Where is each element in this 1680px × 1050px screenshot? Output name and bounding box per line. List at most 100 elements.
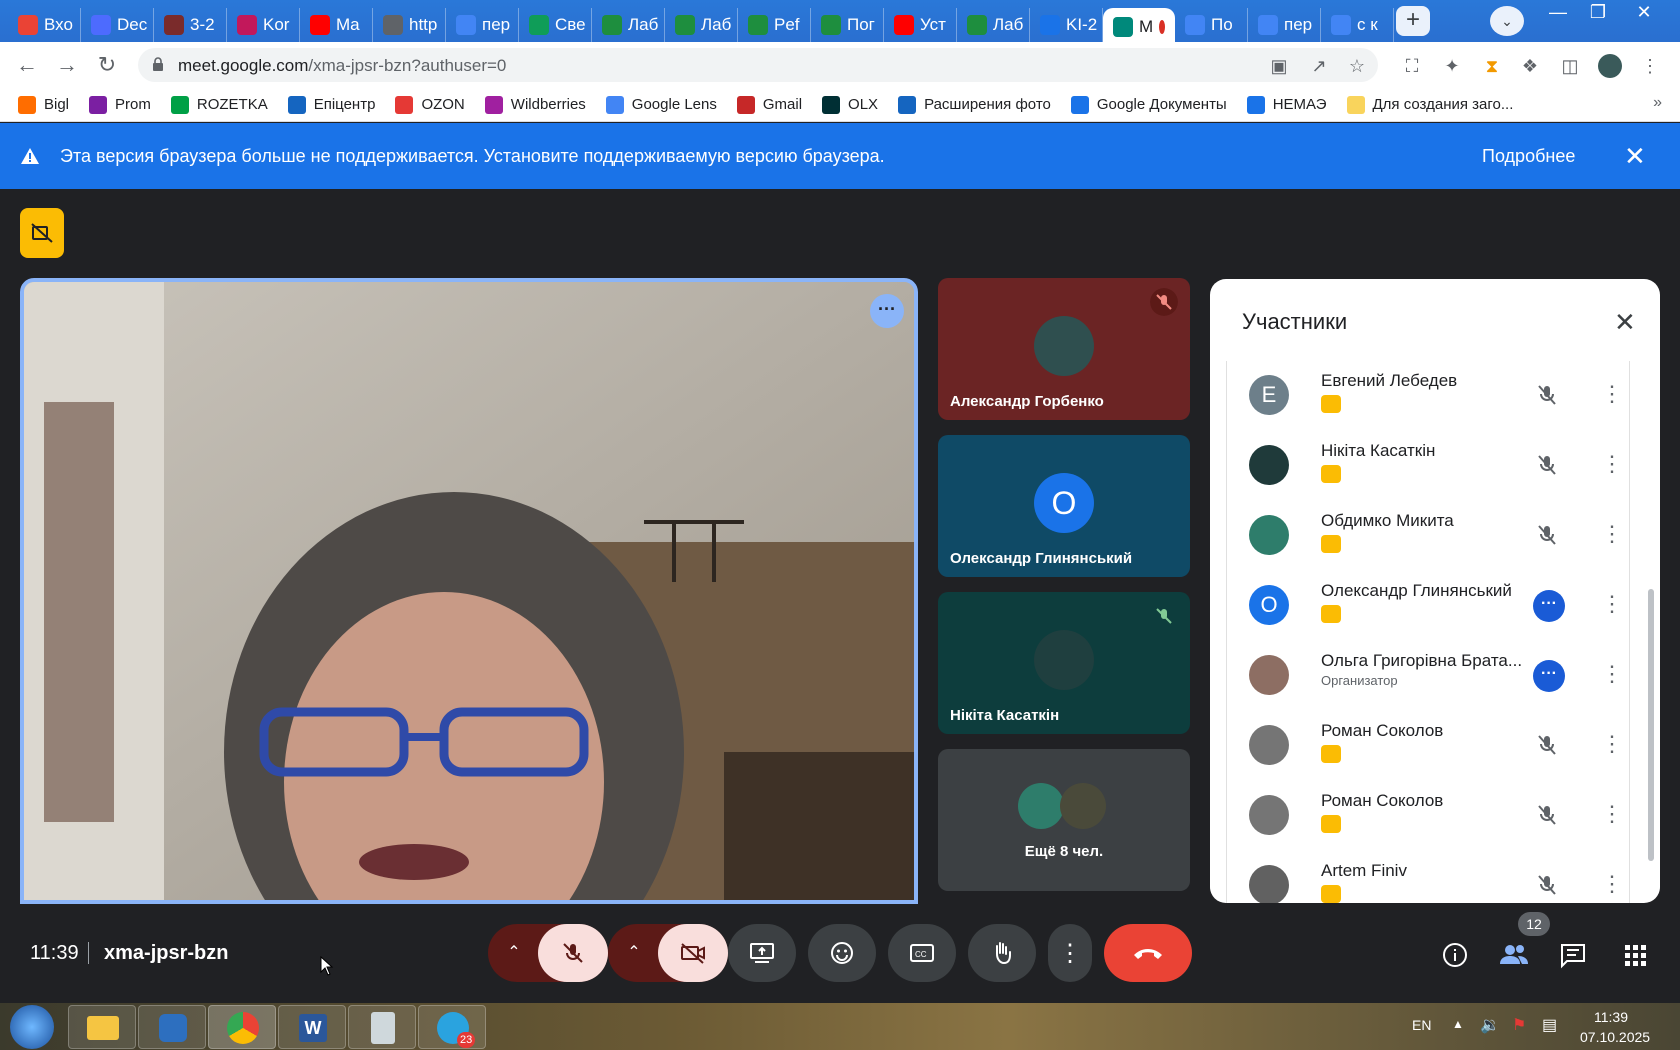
browser-tab[interactable]: Лаб: [665, 8, 738, 42]
start-button[interactable]: [10, 1005, 54, 1049]
browser-tab[interactable]: пер: [1248, 8, 1321, 42]
mic-off-icon[interactable]: [1533, 521, 1561, 549]
taskbar-telegram[interactable]: 23: [418, 1005, 486, 1049]
reactions-button[interactable]: [808, 924, 876, 982]
extension-icon[interactable]: ⧗: [1480, 54, 1504, 78]
bookmark-item[interactable]: ROZETKA: [170, 95, 268, 114]
restore-button[interactable]: ❐: [1578, 0, 1618, 26]
minimize-button[interactable]: —: [1538, 0, 1578, 26]
new-tab-button[interactable]: +: [1396, 6, 1430, 36]
browser-tab[interactable]: Све: [519, 8, 592, 42]
address-bar[interactable]: meet.google.com/xma-jpsr-bzn?authuser=0 …: [138, 48, 1378, 82]
browser-tab[interactable]: Pef: [738, 8, 811, 42]
mic-off-icon[interactable]: [1533, 801, 1561, 829]
participant-row[interactable]: Artem Finiv ⋮: [1227, 851, 1629, 903]
bookmark-star-icon[interactable]: ☆: [1346, 55, 1368, 77]
forward-button[interactable]: →: [52, 50, 82, 80]
bookmark-item[interactable]: OZON: [395, 95, 465, 114]
network-icon[interactable]: ▤: [1542, 1015, 1557, 1035]
share-icon[interactable]: ↗: [1308, 55, 1330, 77]
screen-capture-icon[interactable]: ⛶: [1400, 54, 1424, 78]
banner-learn-more-link[interactable]: Подробнее: [1482, 146, 1575, 167]
mic-off-icon[interactable]: [1533, 731, 1561, 759]
participant-row[interactable]: Обдимко Микита ⋮: [1227, 501, 1629, 571]
camera-toggle-button[interactable]: [658, 924, 728, 982]
bookmark-item[interactable]: Bigl: [18, 95, 69, 114]
participant-menu-icon[interactable]: ⋮: [1601, 381, 1623, 407]
browser-tab[interactable]: Уст: [884, 8, 957, 42]
bookmark-item[interactable]: Епіцентр: [287, 95, 375, 114]
bookmark-item[interactable]: Google Документы: [1070, 95, 1227, 114]
taskbar-chrome[interactable]: [208, 1005, 276, 1049]
taskbar-date[interactable]: 07.10.2025: [1580, 1029, 1650, 1045]
participant-tile-2[interactable]: О Олександр Глинянський: [938, 435, 1190, 577]
browser-tab[interactable]: По: [1175, 8, 1248, 42]
mic-off-icon[interactable]: [1533, 381, 1561, 409]
browser-tab[interactable]: M✕: [1103, 8, 1175, 46]
participant-menu-icon[interactable]: ⋮: [1601, 661, 1623, 687]
chat-button[interactable]: [1558, 940, 1588, 970]
taskbar-clock[interactable]: 11:39: [1594, 1009, 1628, 1025]
bookmarks-overflow-icon[interactable]: »: [1653, 94, 1662, 112]
bookmark-item[interactable]: Gmail: [736, 95, 802, 114]
browser-tab[interactable]: Пог: [811, 8, 884, 42]
participant-row[interactable]: Ольга Григорівна Брата... Организатор ··· ⋮: [1227, 641, 1629, 711]
taskbar-calculator[interactable]: [348, 1005, 416, 1049]
language-indicator[interactable]: EN: [1412, 1017, 1431, 1033]
meeting-details-button[interactable]: [1440, 940, 1470, 970]
browser-tab[interactable]: с к: [1321, 8, 1394, 42]
tile-options-button[interactable]: ···: [870, 294, 904, 328]
mic-off-icon[interactable]: [1533, 451, 1561, 479]
browser-tab[interactable]: KI-2: [1030, 8, 1103, 42]
participant-tile-1[interactable]: Александр Горбенко: [938, 278, 1190, 420]
tab-search-button[interactable]: ⌄: [1490, 6, 1524, 36]
browser-tab[interactable]: Лаб: [592, 8, 665, 42]
browser-tab[interactable]: Вхо: [8, 8, 81, 42]
captions-button[interactable]: CC: [888, 924, 956, 982]
more-participants-tile[interactable]: Ещё 8 чел.: [938, 749, 1190, 891]
participants-button[interactable]: [1498, 940, 1528, 970]
bookmark-item[interactable]: НЕМАЭ: [1246, 95, 1327, 114]
participant-menu-icon[interactable]: ⋮: [1601, 801, 1623, 827]
back-button[interactable]: ←: [12, 50, 42, 80]
video-options-button[interactable]: ⌃: [608, 924, 660, 982]
participant-tile-3[interactable]: Нікіта Касаткін: [938, 592, 1190, 734]
participant-menu-icon[interactable]: ⋮: [1601, 451, 1623, 477]
participant-menu-icon[interactable]: ⋮: [1601, 521, 1623, 547]
more-options-button[interactable]: ⋮: [1048, 924, 1092, 982]
participant-menu-icon[interactable]: ⋮: [1601, 591, 1623, 617]
participants-scrollbar[interactable]: [1648, 589, 1654, 861]
bookmark-item[interactable]: Расширения фото: [898, 95, 1051, 114]
taskbar-media-player[interactable]: [138, 1005, 206, 1049]
reload-button[interactable]: ↻: [92, 50, 122, 80]
mic-off-icon[interactable]: [1533, 871, 1561, 899]
participant-row[interactable]: Роман Соколов ⋮: [1227, 711, 1629, 781]
participant-row[interactable]: О Олександр Глинянський ··· ⋮: [1227, 571, 1629, 641]
side-panel-icon[interactable]: ◫: [1558, 54, 1582, 78]
participant-menu-icon[interactable]: ⋮: [1601, 731, 1623, 757]
profile-avatar[interactable]: [1598, 54, 1622, 78]
audio-options-button[interactable]: ⌃: [488, 924, 540, 982]
browser-menu-icon[interactable]: ⋮: [1638, 54, 1662, 78]
extensions-puzzle-icon[interactable]: ❖: [1518, 54, 1542, 78]
participant-row[interactable]: Е Евгений Лебедев ⋮: [1227, 361, 1629, 431]
close-window-button[interactable]: ✕: [1624, 0, 1664, 26]
participant-row[interactable]: Нікіта Касаткін ⋮: [1227, 431, 1629, 501]
volume-icon[interactable]: 🔉: [1480, 1015, 1500, 1035]
mic-toggle-button[interactable]: [538, 924, 608, 982]
browser-tab[interactable]: Ma: [300, 8, 373, 42]
browser-tab[interactable]: 3-2: [154, 8, 227, 42]
browser-tab[interactable]: пер: [446, 8, 519, 42]
panel-close-icon[interactable]: ✕: [1614, 307, 1636, 338]
raise-hand-button[interactable]: [968, 924, 1036, 982]
participant-row[interactable]: Роман Соколов ⋮: [1227, 781, 1629, 851]
activities-button[interactable]: [1620, 940, 1650, 970]
bookmark-item[interactable]: Google Lens: [605, 95, 717, 114]
banner-close-icon[interactable]: ✕: [1624, 141, 1646, 172]
bookmark-item[interactable]: Prom: [89, 95, 151, 114]
browser-tab[interactable]: http: [373, 8, 446, 42]
participant-menu-icon[interactable]: ⋮: [1601, 871, 1623, 897]
translate-extension-icon[interactable]: ✦: [1440, 54, 1464, 78]
main-video-tile[interactable]: ···: [20, 278, 918, 904]
camera-off-indicator[interactable]: [20, 208, 64, 258]
